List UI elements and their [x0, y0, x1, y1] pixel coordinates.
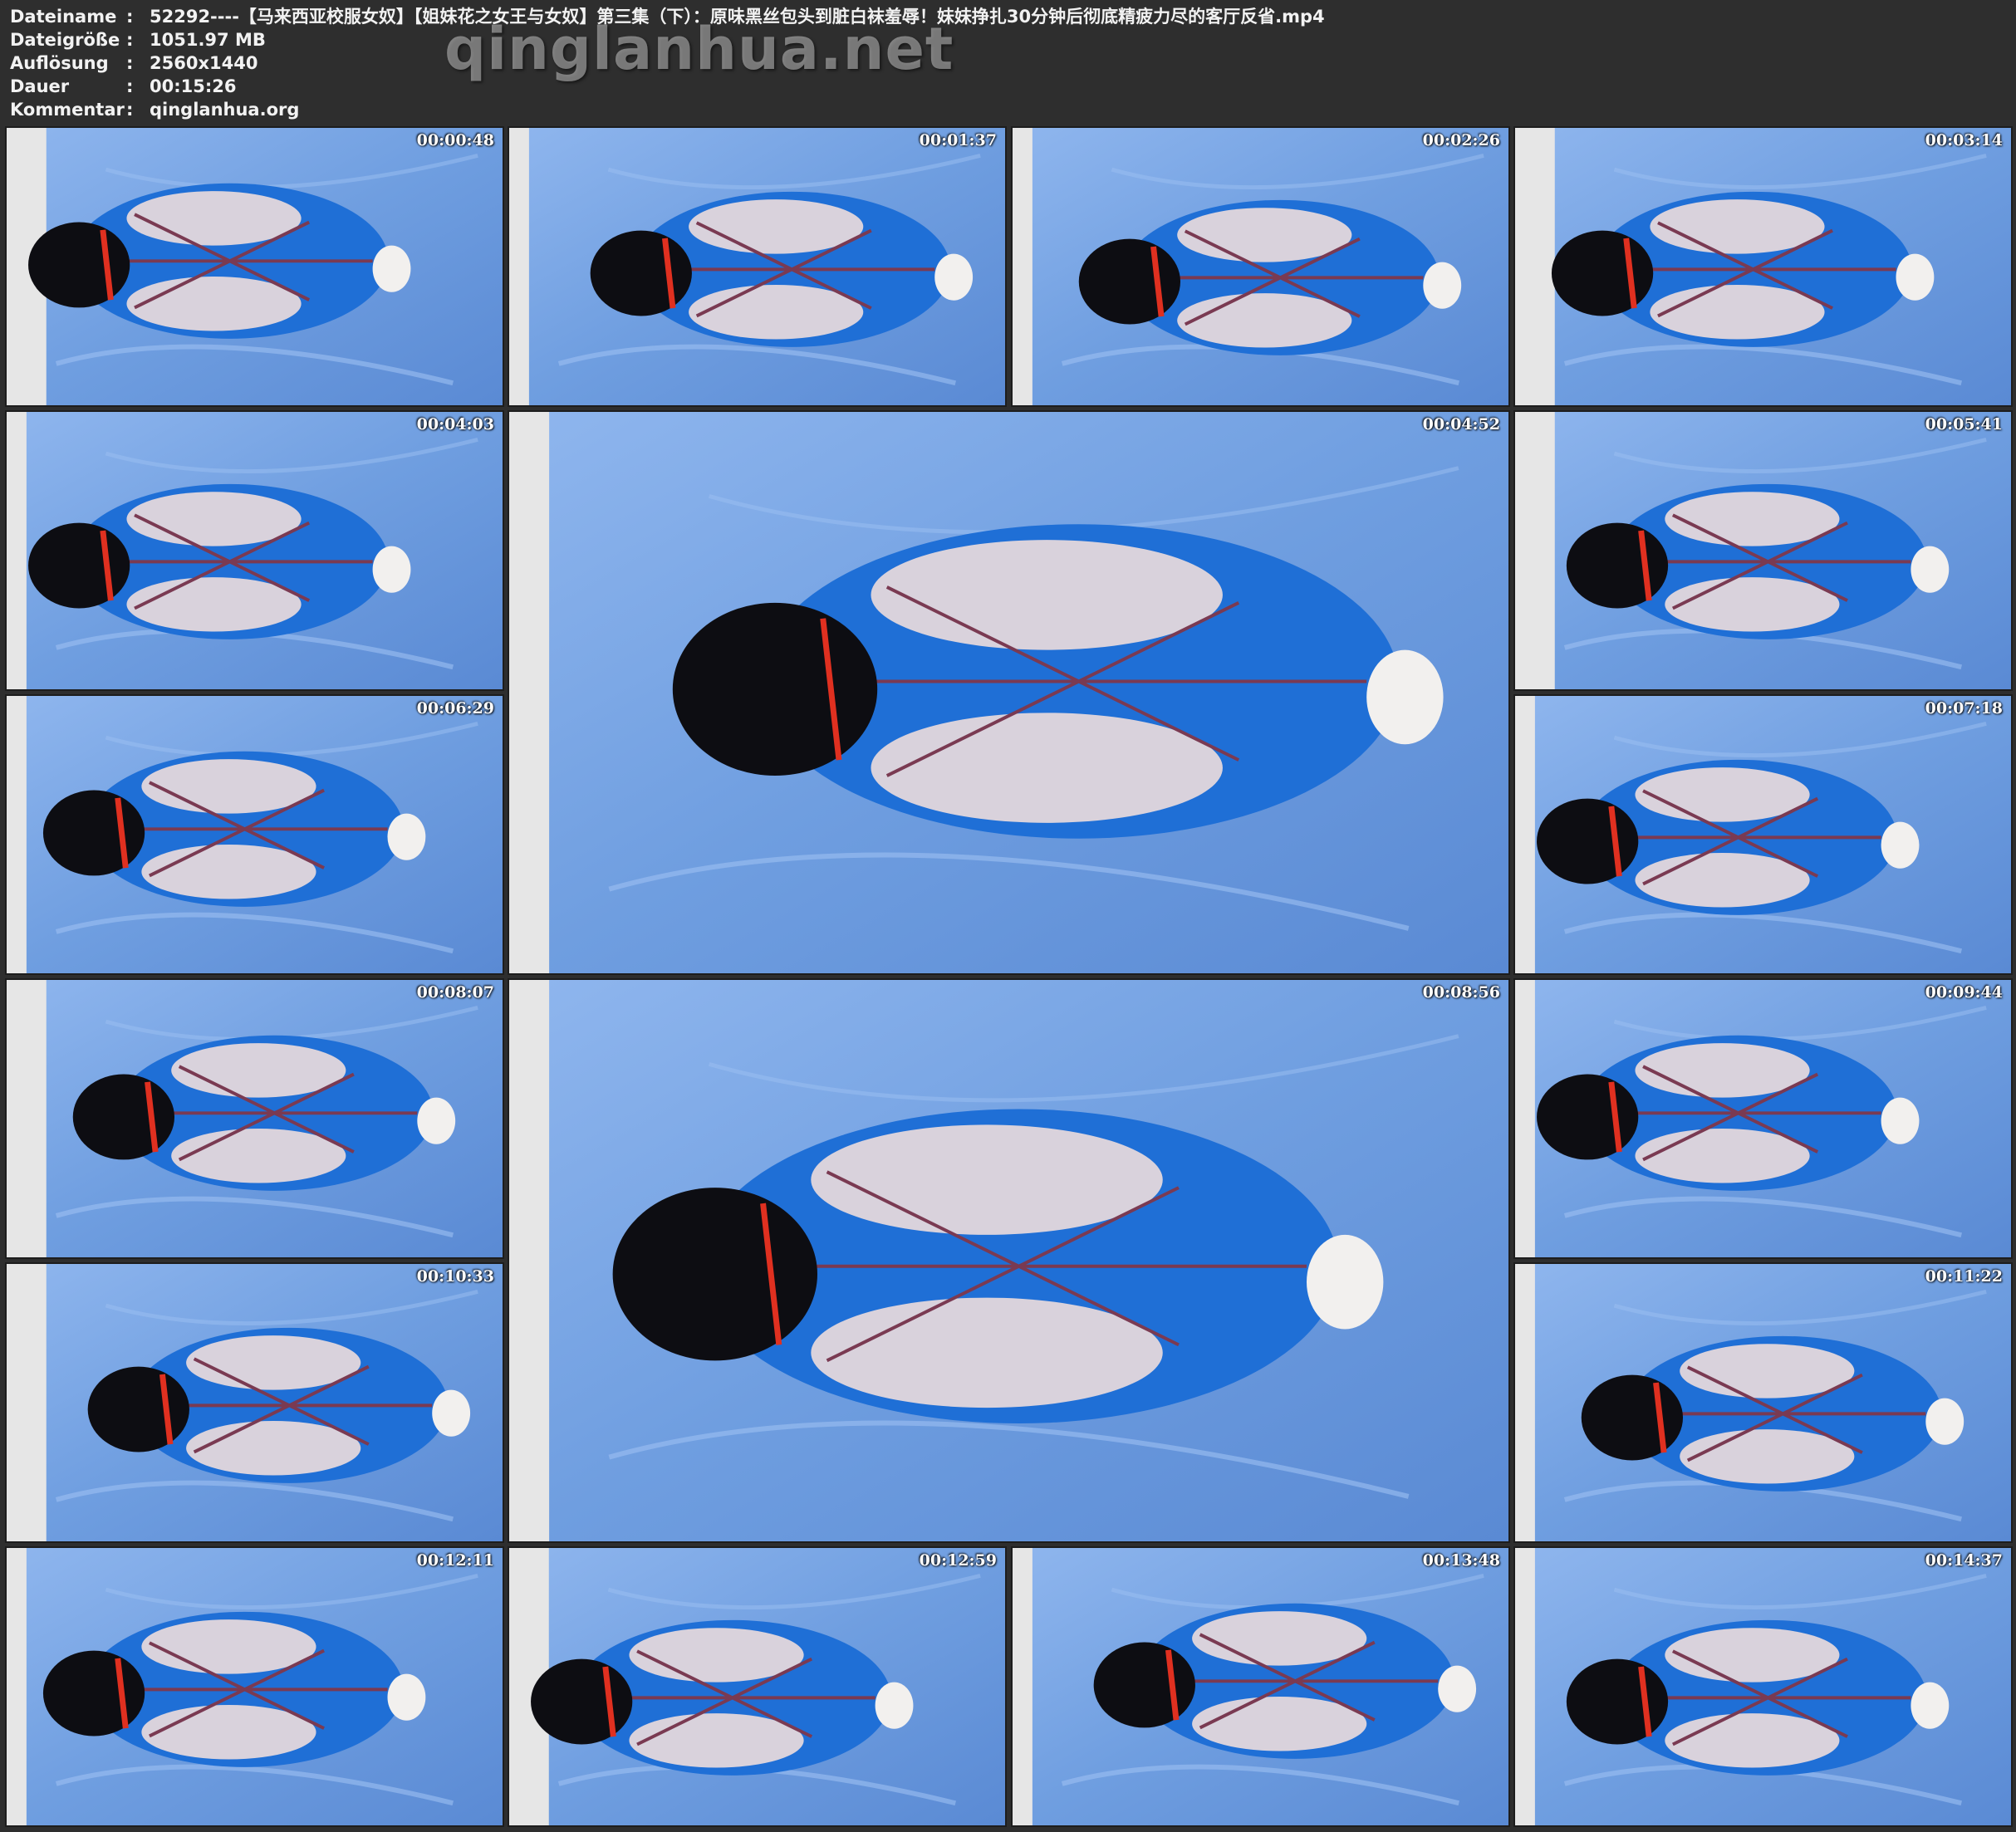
thumbnail-frame-image	[7, 1548, 503, 1825]
thumbnail-timestamp: 00:12:59	[919, 1551, 997, 1570]
video-thumbnail: 00:14:37	[1513, 1546, 2013, 1827]
video-thumbnail: 00:10:33	[5, 1262, 504, 1543]
thumbnail-timestamp: 00:10:33	[416, 1267, 494, 1286]
video-thumbnail: 00:13:48	[1011, 1546, 1510, 1827]
thumbnail-timestamp: 00:02:26	[1422, 131, 1500, 149]
thumbnail-frame-image	[7, 412, 503, 689]
thumbnail-timestamp: 00:03:14	[1925, 131, 2003, 149]
thumbnail-frame-image	[7, 696, 503, 973]
thumbnail-frame-image	[509, 1548, 1005, 1825]
resolution-separator: :	[126, 53, 134, 73]
thumbnail-frame-image	[7, 1264, 503, 1541]
thumbnail-frame-image	[1515, 128, 2011, 405]
comment-row: Kommentar: qinglanhua.org	[10, 98, 299, 121]
thumbnail-timestamp: 00:04:03	[416, 415, 494, 434]
thumbnail-timestamp: 00:12:11	[416, 1551, 494, 1570]
thumbnail-timestamp: 00:05:41	[1925, 415, 2003, 434]
video-thumbnail: 00:06:29	[5, 694, 504, 975]
info-header: Dateiname:52292----【马来西亚校服女奴】【姐妹花之女王与女奴】…	[0, 0, 2016, 125]
filesize-row: Dateigröße:1051.97 MB	[10, 28, 266, 51]
thumbnail-frame-image	[7, 980, 503, 1257]
video-thumbnail: 00:09:44	[1513, 978, 2013, 1259]
thumbnail-timestamp: 00:01:37	[919, 131, 997, 149]
video-thumbnail: 00:02:26	[1011, 126, 1510, 407]
thumbnail-timestamp: 00:08:56	[1422, 983, 1500, 1002]
filesize-value: 1051.97 MB	[150, 30, 266, 50]
comment-value: qinglanhua.org	[150, 100, 300, 120]
video-thumbnail: 00:08:56	[508, 978, 1510, 1543]
duration-value: 00:15:26	[150, 76, 237, 96]
video-thumbnail: 00:12:59	[508, 1546, 1007, 1827]
thumbnail-frame-image	[1515, 696, 2011, 973]
thumbnail-frame-image	[1515, 1264, 2011, 1541]
filesize-separator: :	[126, 30, 134, 50]
resolution-label: Auflösung	[10, 53, 109, 73]
video-thumbnail: 00:05:41	[1513, 410, 2013, 691]
video-thumbnail: 00:07:18	[1513, 694, 2013, 975]
thumbnail-grid: 00:00:48 00:01:37 00:02:26 00:03:14 00:0…	[0, 125, 2016, 1832]
video-thumbnail: 00:08:07	[5, 978, 504, 1259]
thumbnail-frame-image	[1013, 128, 1508, 405]
video-thumbnail: 00:04:03	[5, 410, 504, 691]
comment-separator: :	[126, 100, 134, 120]
filesize-label: Dateigröße	[10, 30, 120, 50]
video-thumbnail: 00:03:14	[1513, 126, 2013, 407]
resolution-row: Auflösung:2560x1440	[10, 51, 258, 75]
thumbnail-frame-image	[1013, 1548, 1508, 1825]
thumbnail-timestamp: 00:08:07	[416, 983, 494, 1002]
thumbnail-frame-image	[7, 128, 503, 405]
video-thumbnail: 00:12:11	[5, 1546, 504, 1827]
duration-separator: :	[126, 76, 134, 96]
video-thumbnail: 00:04:52	[508, 410, 1510, 975]
thumbnail-timestamp: 00:11:22	[1925, 1267, 2003, 1286]
comment-label: Kommentar	[10, 100, 125, 120]
thumbnail-timestamp: 00:14:37	[1925, 1551, 2003, 1570]
thumbnail-timestamp: 00:09:44	[1925, 983, 2003, 1002]
video-thumbnail: 00:00:48	[5, 126, 504, 407]
thumbnail-frame-image	[1515, 1548, 2011, 1825]
thumbnail-timestamp: 00:06:29	[416, 699, 494, 718]
thumbnail-timestamp: 00:13:48	[1422, 1551, 1500, 1570]
thumbnail-frame-image	[509, 980, 1508, 1541]
filename-label: Dateiname	[10, 7, 117, 27]
duration-label: Dauer	[10, 76, 70, 96]
thumbnail-timestamp: 00:07:18	[1925, 699, 2003, 718]
video-thumbnail: 00:01:37	[508, 126, 1007, 407]
thumbnail-frame-image	[509, 128, 1005, 405]
thumbnail-timestamp: 00:04:52	[1422, 415, 1500, 434]
thumbnail-timestamp: 00:00:48	[416, 131, 494, 149]
video-thumbnail: 00:11:22	[1513, 1262, 2013, 1543]
thumbnail-frame-image	[509, 412, 1508, 973]
thumbnail-frame-image	[1515, 412, 2011, 689]
duration-row: Dauer:00:15:26	[10, 75, 236, 98]
thumbnail-frame-image	[1515, 980, 2011, 1257]
filename-separator: :	[126, 7, 134, 27]
resolution-value: 2560x1440	[150, 53, 258, 73]
site-watermark: qinglanhua.net	[444, 15, 954, 83]
